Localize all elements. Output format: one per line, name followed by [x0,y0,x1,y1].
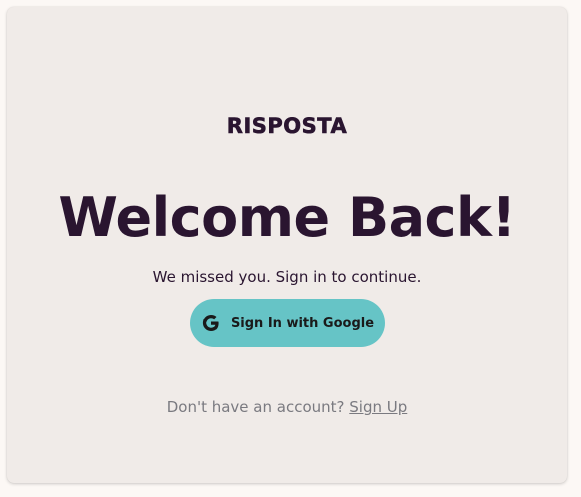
signup-prompt-text: Don't have an account? [166,398,350,416]
brand-logo: RISPOSTA [226,114,348,139]
google-g-icon [201,313,221,333]
page-title: Welcome Back! [58,186,516,249]
google-signin-button[interactable]: Sign In with Google [190,299,385,347]
signup-prompt: Don't have an account? Sign Up [7,398,567,416]
google-signin-label: Sign In with Google [230,315,375,331]
signin-card: RISPOSTA Welcome Back! We missed you. Si… [7,7,567,483]
page-subtitle: We missed you. Sign in to continue. [152,268,422,286]
signup-link[interactable]: Sign Up [349,398,407,416]
